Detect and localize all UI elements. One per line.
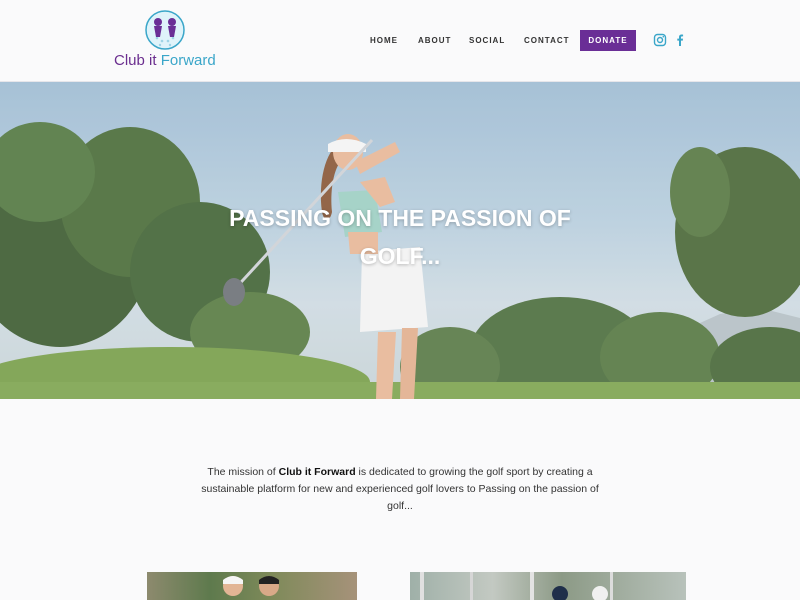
nav-contact-link[interactable]: CONTACT bbox=[524, 36, 570, 45]
logo[interactable]: Club it Forward bbox=[110, 8, 230, 72]
golf-ball-logo-icon bbox=[145, 10, 185, 50]
hero-title: PASSING ON THE PASSION OF GOLF... bbox=[229, 205, 571, 269]
nav-social-link[interactable]: SOCIAL bbox=[469, 36, 505, 45]
course-photo bbox=[420, 572, 613, 600]
mission-statement: The mission of Club it Forward is dedica… bbox=[201, 466, 599, 512]
donate-button[interactable]: DONATE bbox=[580, 30, 636, 51]
course-photo-card[interactable] bbox=[410, 572, 686, 600]
facebook-icon[interactable] bbox=[673, 33, 687, 47]
hero-banner: PASSING ON THE PASSION OF GOLF... bbox=[0, 82, 800, 399]
nav-home-link[interactable]: HOME bbox=[370, 36, 398, 45]
logo-wordmark: Club it Forward bbox=[114, 52, 216, 69]
golfers-photo-card[interactable] bbox=[147, 572, 357, 600]
golfers-photo bbox=[223, 576, 279, 596]
nav-about-link[interactable]: ABOUT bbox=[418, 36, 451, 45]
site-header: Club it Forward HOME ABOUT SOCIAL CONTAC… bbox=[0, 0, 800, 82]
instagram-icon[interactable] bbox=[653, 33, 667, 47]
mission-brand-name: Club it Forward bbox=[278, 466, 356, 478]
